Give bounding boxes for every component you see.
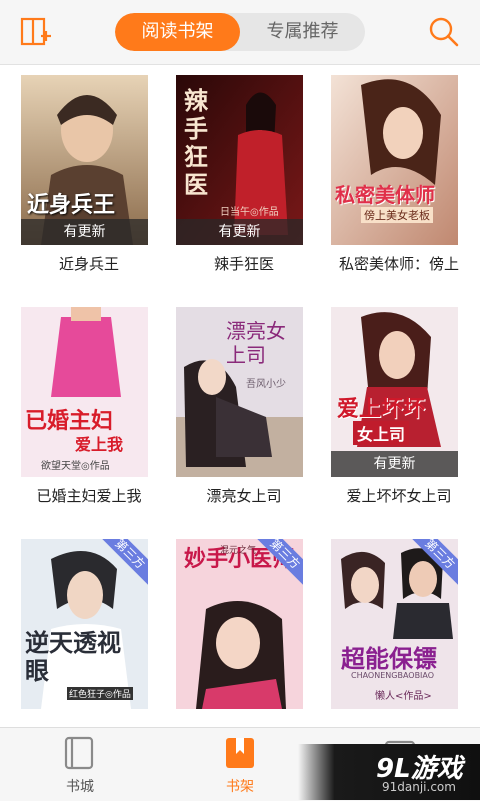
book-item[interactable]: 辣手狂医 日当午◎作品 有更新 辣手狂医 (167, 65, 321, 285)
update-badge: 有更新 (331, 451, 458, 477)
book-cover[interactable]: 爱上坏坏 女上司 有更新 (331, 307, 458, 477)
book-cover[interactable]: 私密美体师 傍上美女老板 (331, 75, 458, 245)
book-item[interactable]: 妙手小医师 混元之气 第三方 (167, 529, 321, 727)
book-cover[interactable]: 近身兵王 有更新 (21, 75, 148, 245)
tab-recommend[interactable]: 专属推荐 (240, 13, 365, 51)
cover-author: 日当午◎作品 (220, 207, 279, 218)
book-item[interactable]: 超能保镖 CHAONENGBAOBIAO 懒人<作品> 第三方 (322, 529, 476, 727)
cover-title: 辣手狂医 (184, 87, 208, 199)
top-bar: 阅读书架 专属推荐 (0, 0, 480, 65)
book-title: 已婚主妇爱上我 (36, 487, 142, 505)
tab-reading-shelf[interactable]: 阅读书架 (115, 13, 240, 51)
book-title: 辣手狂医 (213, 255, 274, 273)
site-watermark: 9L游戏 91danji.com (298, 744, 480, 800)
bookshelf-icon (226, 738, 254, 768)
book-title: 近身兵王 (58, 255, 119, 273)
nav-bookstore[interactable]: 书城 (25, 728, 135, 801)
update-badge: 有更新 (176, 219, 303, 245)
book-cover[interactable]: 超能保镖 CHAONENGBAOBIAO 懒人<作品> 第三方 (331, 539, 458, 709)
nav-label: 书城 (66, 779, 94, 795)
book-cover[interactable]: 漂亮女上司 吾风小少 (176, 307, 303, 477)
book-grid: 近身兵王 有更新 近身兵王 辣手狂医 日当午◎作品 有更新 辣手狂医 私密美体师… (0, 65, 480, 727)
search-icon[interactable] (426, 14, 460, 48)
bookstore-icon (64, 736, 94, 770)
cover-author: 吾风小少 (246, 379, 286, 390)
update-badge: 有更新 (21, 219, 148, 245)
cover-title: 漂亮女上司 (226, 319, 286, 367)
cover-author: 欲望天堂◎作品 (41, 461, 110, 472)
book-item[interactable]: 私密美体师 傍上美女老板 私密美体师：傍上 (322, 65, 476, 285)
book-item[interactable]: 爱上坏坏 女上司 有更新 爱上坏坏女上司 (322, 297, 476, 517)
book-title: 漂亮女上司 (206, 487, 282, 505)
cover-subtitle: 女上司 (353, 421, 410, 445)
cover-title: 超能保镖 (341, 645, 437, 673)
cover-subtitle: 混元之气 (220, 546, 257, 556)
book-title: 私密美体师：傍上 (338, 255, 459, 273)
cover-title: 私密美体师 (335, 183, 435, 207)
shelf-tabs: 阅读书架 专属推荐 (115, 13, 365, 51)
cover-subtitle: CHAONENGBAOBIAO (351, 671, 435, 680)
book-title: 爱上坏坏女上司 (346, 487, 452, 505)
cover-author: 红色狂子◎作品 (67, 687, 133, 700)
nav-bookshelf[interactable]: 书架 (185, 728, 295, 801)
watermark-url: 91danji.com (382, 780, 456, 794)
book-item[interactable]: 近身兵王 有更新 近身兵王 (12, 65, 166, 285)
cover-subtitle: 爱上我 (75, 435, 124, 454)
book-cover[interactable]: 妙手小医师 混元之气 第三方 (176, 539, 303, 709)
cover-subtitle: 傍上美女老板 (361, 207, 433, 223)
cover-title: 爱上坏坏 (337, 397, 426, 422)
cover-title: 近身兵王 (27, 193, 116, 218)
cover-title: 逆天透视眼 (25, 629, 121, 685)
book-cover[interactable]: 辣手狂医 日当午◎作品 有更新 (176, 75, 303, 245)
book-item[interactable]: 漂亮女上司 吾风小少 漂亮女上司 (167, 297, 321, 517)
book-item[interactable]: 逆天透视眼 红色狂子◎作品 第三方 (12, 529, 166, 727)
book-item[interactable]: 已婚主妇 爱上我 欲望天堂◎作品 已婚主妇爱上我 (12, 297, 166, 517)
book-cover[interactable]: 已婚主妇 爱上我 欲望天堂◎作品 (21, 307, 148, 477)
nav-label: 书架 (226, 779, 254, 795)
cover-author: 懒人<作品> (375, 691, 432, 702)
book-cover[interactable]: 逆天透视眼 红色狂子◎作品 第三方 (21, 539, 148, 709)
add-book-icon[interactable] (18, 14, 52, 48)
